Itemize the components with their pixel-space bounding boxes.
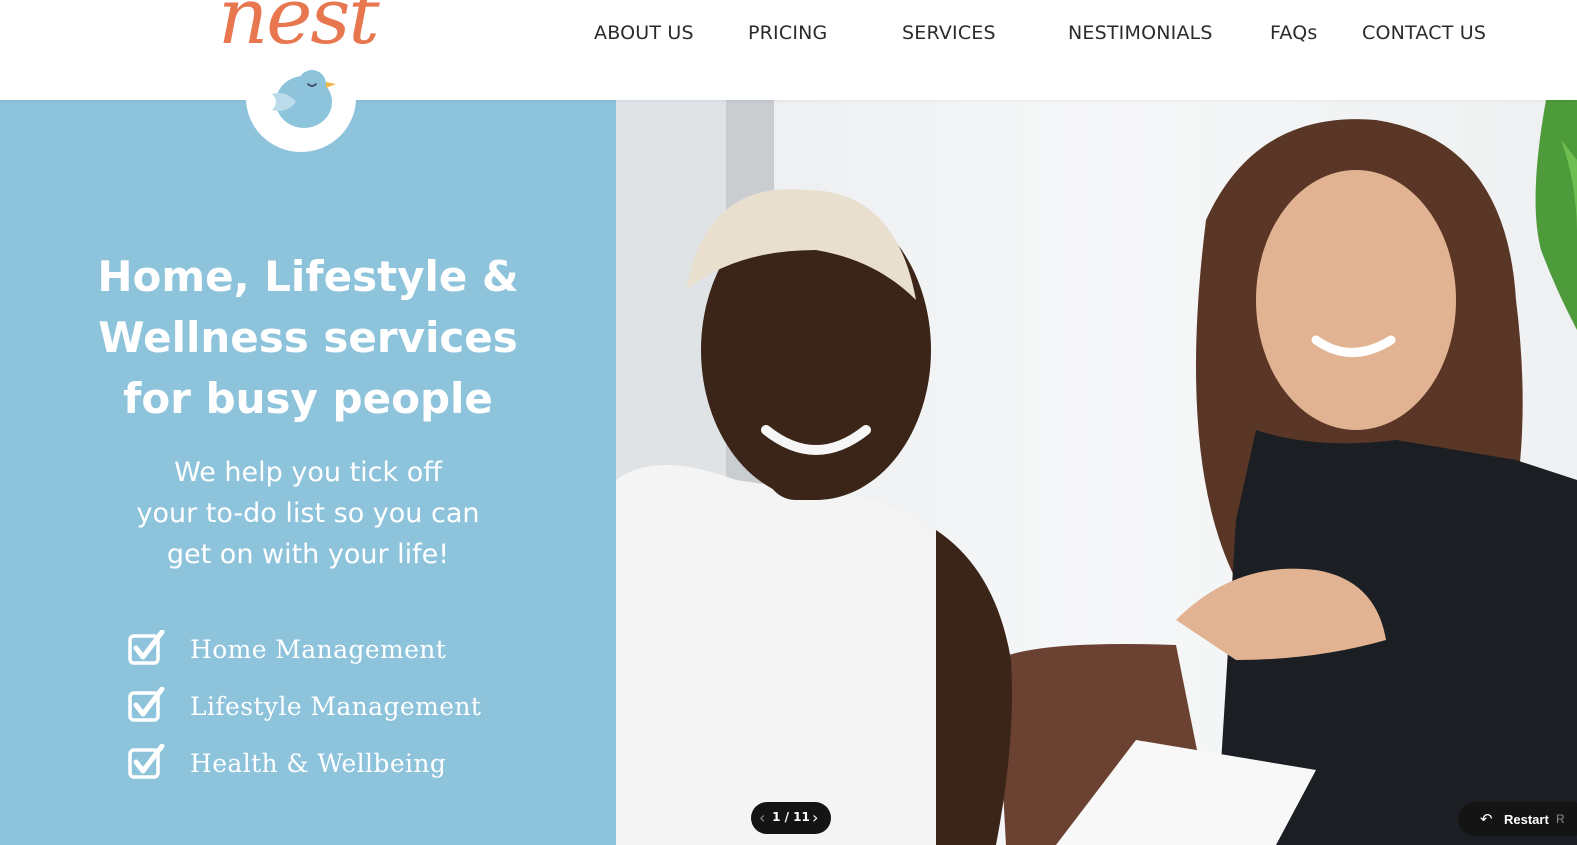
nav-faqs[interactable]: FAQs <box>1270 22 1318 44</box>
headline-line: Wellness services <box>98 313 518 362</box>
service-label: Lifestyle Management <box>190 692 482 721</box>
subheadline-line: get on with your life! <box>166 539 450 570</box>
site-header: nest ABOUT US PRICING SERVICES NESTIMONI… <box>0 0 1577 100</box>
service-label: Home Management <box>190 635 447 664</box>
hero-illustration <box>616 100 1577 845</box>
nav-nestimonials[interactable]: NESTIMONIALS <box>1068 22 1213 44</box>
subheadline-line: your to-do list so you can <box>136 498 480 529</box>
headline-line: for busy people <box>123 374 493 423</box>
undo-arrow-icon: ↶ <box>1480 810 1493 828</box>
list-item: Lifestyle Management <box>128 687 548 727</box>
slide-counter: 1 / 11 <box>772 810 810 824</box>
checkbox-checked-icon <box>128 687 165 722</box>
bird-icon <box>272 70 336 128</box>
headline-line: Home, Lifestyle & <box>97 252 519 301</box>
nav-about-us[interactable]: ABOUT US <box>594 22 694 44</box>
slide-counter-pill: ‹ 1 / 11 › <box>751 802 831 834</box>
hero-subheadline: We help you tick off your to-do list so … <box>0 452 616 575</box>
nav-contact-us[interactable]: CONTACT US <box>1362 22 1486 44</box>
nav-pricing[interactable]: PRICING <box>748 22 827 44</box>
nav-services[interactable]: SERVICES <box>902 22 996 44</box>
list-item: Health & Wellbeing <box>128 744 548 784</box>
hero-text-panel: Home, Lifestyle & Wellness services for … <box>0 100 616 845</box>
list-item: Home Management <box>128 630 548 670</box>
checkbox-checked-icon <box>128 744 165 779</box>
hero-headline: Home, Lifestyle & Wellness services for … <box>0 246 616 429</box>
chevron-right-icon[interactable]: › <box>812 808 818 827</box>
checkbox-checked-icon <box>128 630 165 665</box>
service-label: Health & Wellbeing <box>190 749 447 778</box>
restart-label: Restart <box>1504 812 1549 827</box>
restart-shortcut: R <box>1556 812 1565 826</box>
logo-bird-badge[interactable] <box>246 44 356 152</box>
subheadline-line: We help you tick off <box>174 457 442 488</box>
hero-photo <box>616 100 1577 845</box>
restart-button[interactable]: ↶ Restart R <box>1458 802 1577 836</box>
